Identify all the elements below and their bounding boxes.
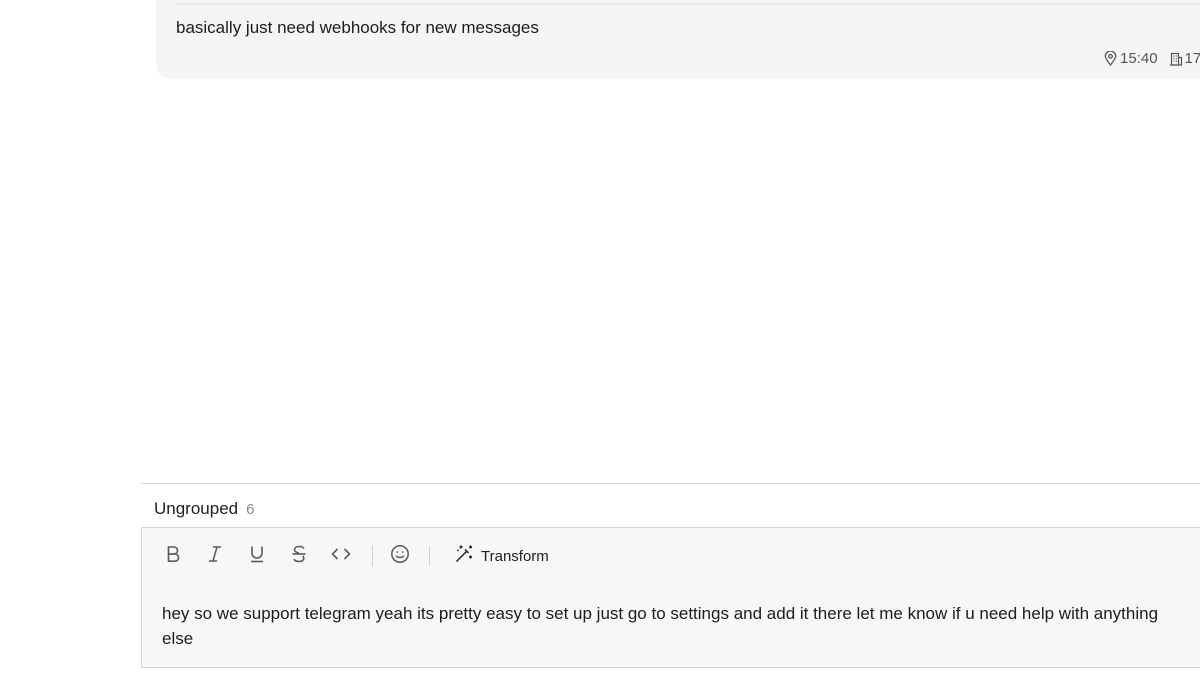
message-count: 17 [1184,50,1200,67]
bold-icon [165,545,181,568]
bold-button[interactable] [162,543,184,569]
italic-icon [207,545,223,568]
group-title: Ungrouped [154,499,239,518]
underline-icon [249,545,265,568]
reply-composer[interactable]: Transform hey so we support telegram yea… [141,527,1200,668]
magic-wand-icon [454,544,474,569]
message-divider [176,3,1200,5]
message-editor[interactable]: hey so we support telegram yeah its pret… [162,601,1192,651]
toolbar-separator [372,546,373,566]
emoji-button[interactable] [389,543,411,569]
building-icon [1169,52,1183,66]
underline-button[interactable] [246,543,268,569]
formatting-toolbar: Transform [162,543,549,569]
toolbar-separator [429,546,430,566]
group-header[interactable]: Ungrouped 6 [154,499,254,519]
strikethrough-button[interactable] [288,543,310,569]
message-text: basically just need webhooks for new mes… [176,18,539,37]
emoji-icon [390,544,410,569]
message-meta: 15:40 17 [1104,50,1200,67]
strikethrough-icon [291,545,307,568]
message-time: 15:40 [1120,50,1158,67]
conversation-view: basically just need webhooks for new mes… [0,0,1200,675]
group-count: 6 [246,501,255,518]
transform-label: Transform [481,547,549,565]
code-icon [331,546,351,567]
location-pin-icon [1104,51,1117,66]
group-divider [141,483,1200,484]
code-button[interactable] [330,543,352,569]
message-bubble: basically just need webhooks for new mes… [156,0,1200,79]
italic-button[interactable] [204,543,226,569]
transform-button[interactable]: Transform [454,544,549,569]
